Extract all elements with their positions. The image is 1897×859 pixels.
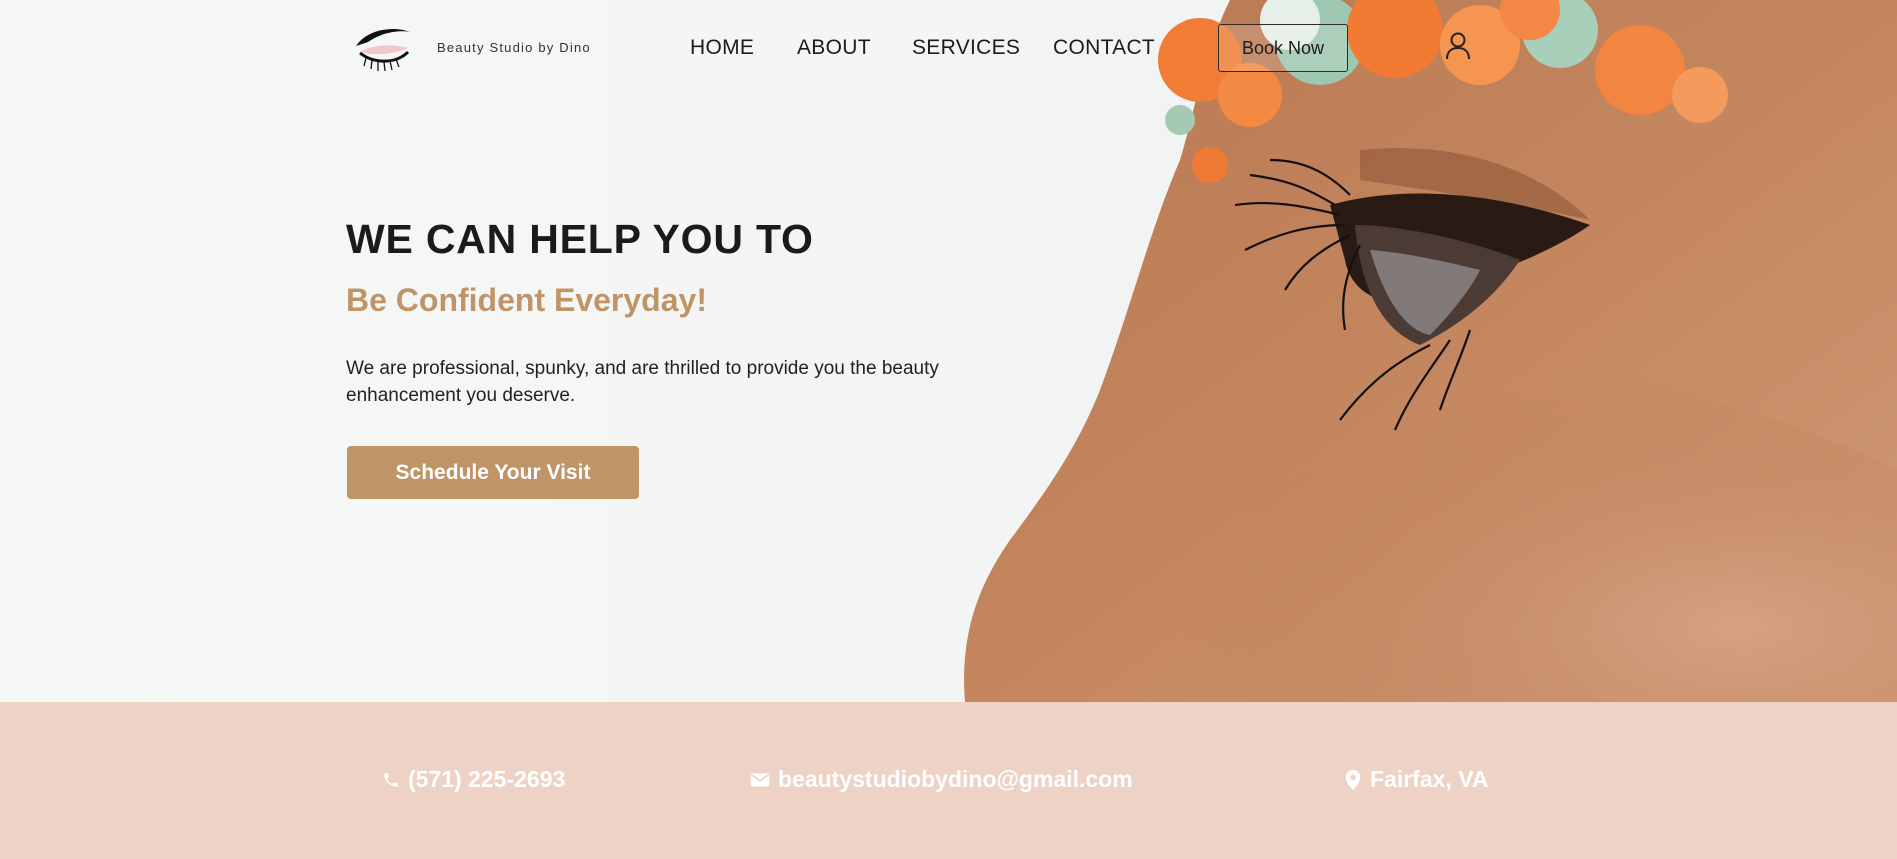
nav-contact[interactable]: CONTACT (1053, 36, 1155, 60)
eyelash-logo-icon[interactable] (352, 22, 414, 74)
user-icon[interactable] (1444, 31, 1472, 61)
mail-icon (750, 772, 770, 787)
hero-headline: WE CAN HELP YOU TO (346, 216, 814, 262)
schedule-visit-button[interactable]: Schedule Your Visit (347, 446, 639, 499)
location-pin-icon (1345, 769, 1361, 790)
page: Beauty Studio by Dino HOME ABOUT SERVICE… (0, 0, 1897, 859)
nav-services[interactable]: SERVICES (912, 36, 1020, 60)
nav-home[interactable]: HOME (690, 36, 754, 60)
email-text: beautystudiobydino@gmail.com (778, 766, 1133, 792)
book-now-button[interactable]: Book Now (1218, 24, 1348, 72)
location-text: Fairfax, VA (1370, 766, 1489, 792)
hero-body: We are professional, spunky, and are thr… (346, 358, 939, 406)
contact-location[interactable]: Fairfax, VA (1344, 766, 1488, 793)
hero-section: Beauty Studio by Dino HOME ABOUT SERVICE… (0, 0, 1897, 702)
hero-photo (964, 0, 1897, 702)
phone-icon (384, 772, 398, 787)
brand-name: Beauty Studio by Dino (437, 40, 591, 55)
phone-text: (571) 225-2693 (408, 766, 566, 792)
nav-about[interactable]: ABOUT (797, 36, 871, 60)
hero-subheadline: Be Confident Everyday! (346, 282, 707, 318)
contact-email[interactable]: beautystudiobydino@gmail.com (750, 766, 1133, 793)
contact-phone[interactable]: (571) 225-2693 (382, 766, 565, 793)
